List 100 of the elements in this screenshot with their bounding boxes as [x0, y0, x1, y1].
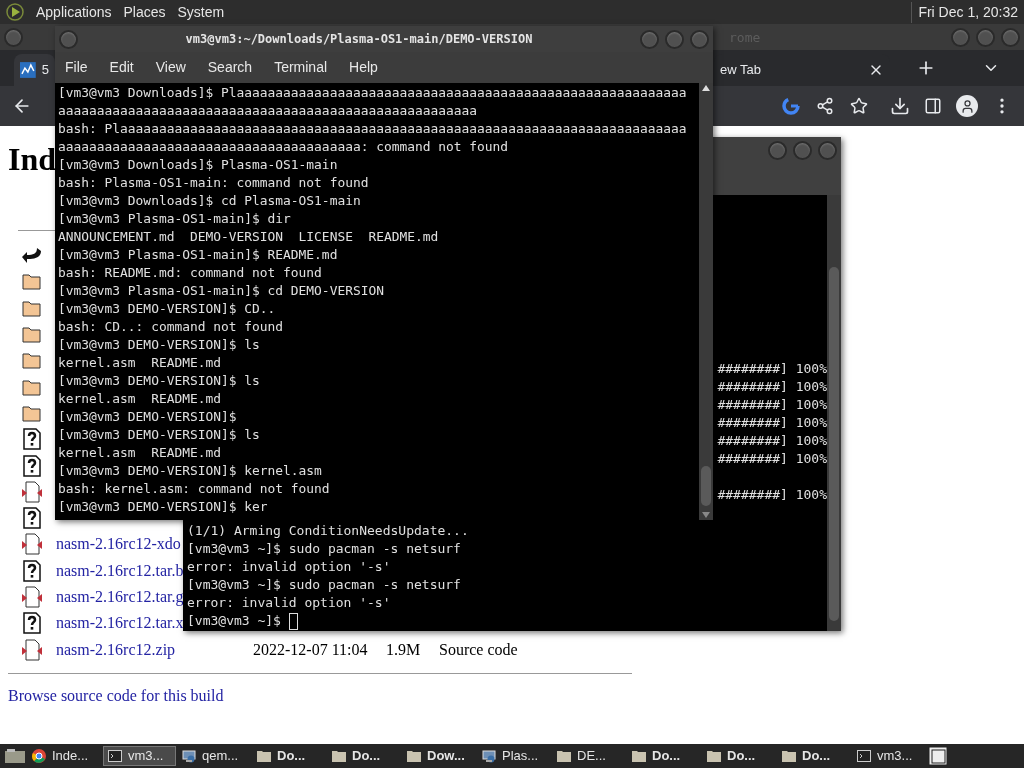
- window-title: vm3@vm3:~/Downloads/Plasma-OS1-main/DEMO-VERSION: [184, 31, 534, 48]
- scroll-thumb[interactable]: [829, 267, 839, 621]
- file-link[interactable]: nasm-2.16rc12.tar.g: [56, 585, 184, 609]
- window-list-icon[interactable]: [928, 746, 948, 766]
- terminal-line: (1/1) Arming ConditionNeedsUpdate...: [187, 522, 469, 540]
- terminal-line: [vm3@vm3 Downloads]$ Plaaaaaaaaaaaaaaaaaaaaaaaaaaaaaaaaaaaaaaaaaaaaaaaaaaaaaaaaaa: [58, 84, 687, 102]
- terminal-line: ########] 100%: [717, 378, 827, 396]
- panel-menu[interactable]: System: [177, 1, 225, 23]
- chart-favicon-icon: [20, 62, 36, 78]
- taskbar-item[interactable]: vm3...: [853, 746, 926, 766]
- window-button[interactable]: [690, 29, 709, 49]
- taskbar-item[interactable]: Do...: [628, 746, 701, 766]
- menu-item[interactable]: Search: [207, 57, 253, 78]
- terminal-line: bash: CD..: command not found: [58, 318, 284, 336]
- binary-file-icon: [21, 480, 43, 503]
- bookmark-star-icon[interactable]: [850, 97, 868, 115]
- taskbar-item[interactable]: vm3...: [103, 746, 176, 766]
- window-button[interactable]: [665, 29, 684, 49]
- folder-icon: [332, 750, 346, 762]
- terminal-icon: [857, 750, 871, 762]
- file-link[interactable]: nasm-2.16rc12.tar.x: [56, 611, 184, 636]
- terminal-line: [vm3@vm3 DEMO-VERSION]$ ls: [58, 426, 260, 444]
- terminal-line: aaaaaaaaaaaaaaaaaaaaaaaaaaaaaaaaaaaaaaaaaaaaaaaaaaaaaa: [58, 102, 478, 120]
- taskbar-item[interactable]: Do...: [703, 746, 776, 766]
- window-button[interactable]: [951, 27, 970, 47]
- file-link[interactable]: nasm-2.16rc12.tar.b: [56, 558, 184, 583]
- unknown-file-icon: [22, 507, 42, 530]
- browser-icon: [32, 749, 46, 763]
- file-description: Source code: [439, 639, 518, 660]
- taskbar-item[interactable]: Do...: [328, 746, 401, 766]
- window-button[interactable]: [59, 29, 78, 49]
- binary-file-icon: [21, 586, 43, 608]
- taskbar-item[interactable]: Plas...: [478, 746, 551, 766]
- file-size: 1.9M: [386, 639, 422, 660]
- menu-item[interactable]: Terminal: [274, 57, 328, 78]
- terminal-line: ANNOUNCEMENT.md DEMO-VERSION LICENSE README.md: [58, 228, 439, 246]
- window-button[interactable]: [793, 141, 812, 160]
- binary-file-icon: [21, 533, 43, 556]
- folder-icon: [22, 403, 42, 422]
- terminal-line: [vm3@vm3 Plasma-OS1-main]$ cd DEMO-VERSION: [58, 282, 384, 300]
- terminal-line: [vm3@vm3 Downloads]$ cd Plasma-OS1-main: [58, 192, 361, 210]
- modified-date: 2022-12-07 11:04: [253, 639, 369, 660]
- terminal-line: ########] 100%: [717, 396, 827, 414]
- terminal-line: bash: README.md: command not found: [58, 264, 322, 282]
- window-button[interactable]: [818, 141, 837, 160]
- distro-logo-icon[interactable]: [6, 3, 24, 21]
- terminal-line: kernel.asm README.md: [58, 354, 221, 372]
- menu-item[interactable]: File: [65, 57, 88, 78]
- unknown-file-icon: [22, 612, 42, 635]
- terminal-line: [vm3@vm3 ~]$ sudo pacman -s netsurf: [187, 540, 461, 558]
- window-button[interactable]: [976, 27, 995, 47]
- menu-item[interactable]: View: [155, 57, 186, 78]
- terminal-line: [vm3@vm3 DEMO-VERSION]$ kernel.asm: [58, 462, 322, 480]
- download-icon[interactable]: [890, 96, 910, 116]
- show-desktop-icon[interactable]: [4, 748, 26, 764]
- side-panel-icon[interactable]: [924, 97, 942, 115]
- clock[interactable]: Fri Dec 1, 20:32: [911, 1, 1018, 23]
- scroll-thumb[interactable]: [701, 466, 711, 506]
- menu-item[interactable]: Help: [349, 57, 378, 78]
- unknown-file-icon: [22, 428, 42, 451]
- file-link[interactable]: nasm-2.16rc12-xdo: [56, 532, 181, 557]
- terminal-line: [vm3@vm3 Plasma-OS1-main]$ README.md: [58, 246, 338, 264]
- monitor-icon: [182, 749, 196, 763]
- terminal-line: [vm3@vm3 DEMO-VERSION]$ ker: [58, 498, 268, 516]
- taskbar-item[interactable]: Do...: [253, 746, 326, 766]
- terminal-line: bash: kernel.asm: command not found: [58, 480, 330, 498]
- terminal-icon: [108, 750, 122, 762]
- terminal-line: ########] 100%: [717, 486, 827, 504]
- window-button[interactable]: [640, 29, 659, 49]
- folder-icon: [22, 298, 42, 317]
- page-heading: Ind: [8, 140, 57, 178]
- window-button[interactable]: [768, 141, 787, 160]
- browser-tab[interactable]: 5: [14, 54, 55, 86]
- taskbar-item[interactable]: DE...: [553, 746, 626, 766]
- panel-menu[interactable]: Applications: [36, 1, 112, 23]
- taskbar-item[interactable]: Inde...: [28, 746, 101, 766]
- taskbar-item[interactable]: Do...: [778, 746, 851, 766]
- profile-icon[interactable]: [956, 95, 978, 117]
- scrollbar[interactable]: [699, 83, 713, 520]
- taskbar-item[interactable]: qem...: [178, 746, 251, 766]
- binary-file-icon: [21, 638, 43, 661]
- terminal-line: error: invalid option '-s': [187, 558, 391, 576]
- scrollbar[interactable]: [827, 195, 841, 631]
- terminal-line: kernel.asm README.md: [58, 444, 221, 462]
- window-button[interactable]: [4, 27, 23, 47]
- scroll-down-icon[interactable]: [702, 512, 710, 518]
- folder-icon: [22, 325, 42, 344]
- panel-menu[interactable]: Places: [123, 1, 166, 23]
- folder-icon: [407, 750, 421, 762]
- taskbar-item[interactable]: Dow...: [403, 746, 476, 766]
- terminal-line: [vm3@vm3 Plasma-OS1-main]$ dir: [58, 210, 291, 228]
- window-button[interactable]: [1001, 27, 1020, 47]
- file-link[interactable]: nasm-2.16rc12.zip: [56, 637, 176, 662]
- terminal-line: [vm3@vm3 DEMO-VERSION]$ CD..: [58, 300, 276, 318]
- share-icon[interactable]: [816, 97, 834, 115]
- terminal-line: aaaaaaaaaaaaaaaaaaaaaaaaaaaaaaaaaaaaaaa: command not found: [58, 138, 509, 156]
- terminal-line: [vm3@vm3 DEMO-VERSION]$ ls: [58, 372, 260, 390]
- source-link[interactable]: Browse source code for this build: [8, 683, 224, 708]
- terminal-line: ########] 100%: [717, 450, 827, 468]
- menu-item[interactable]: Edit: [109, 57, 134, 78]
